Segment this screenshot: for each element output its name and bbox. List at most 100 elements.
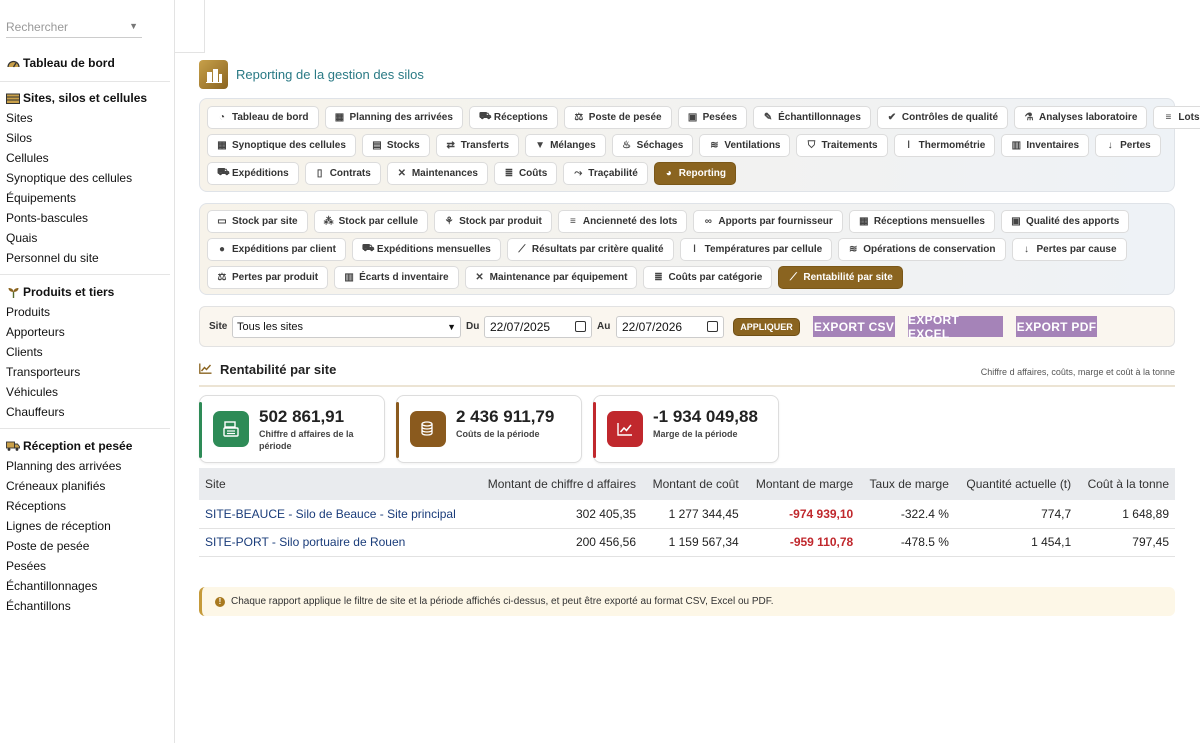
report-pertes-produit[interactable]: ⚖ Pertes par produit bbox=[207, 266, 329, 289]
nav-poste-pesee[interactable]: ⚖ Poste de pesée bbox=[563, 106, 672, 129]
sidebar-item-cellules[interactable]: Cellules bbox=[0, 148, 170, 168]
nav-stocks[interactable]: ▤ Stocks bbox=[361, 134, 430, 157]
report-expeditions-mensuelles[interactable]: ⛟ Expéditions mensuelles bbox=[351, 238, 501, 261]
nav-transferts[interactable]: ⇄ Transferts bbox=[435, 134, 520, 157]
sidebar-head-sites[interactable]: Sites, silos et cellules bbox=[0, 88, 170, 108]
sidebar-head-label: Tableau de bord bbox=[23, 56, 115, 70]
column-header[interactable]: Coût à la tonne bbox=[1077, 468, 1175, 500]
nav-tracabilite[interactable]: ⤳ Traçabilité bbox=[563, 162, 648, 185]
nav-echantillonnages[interactable]: ✎ Échantillonnages bbox=[753, 106, 871, 129]
nav-pertes[interactable]: ↓ Pertes bbox=[1095, 134, 1161, 157]
apply-button[interactable]: APPLIQUER bbox=[733, 318, 800, 336]
nav-tableau-de-bord[interactable]: ◔ Tableau de bord bbox=[207, 106, 319, 129]
calendar-icon[interactable] bbox=[707, 321, 718, 332]
sidebar-head-reception[interactable]: Réception et pesée bbox=[0, 436, 170, 456]
sidebar-item-echantillonnages[interactable]: Échantillonnages bbox=[0, 576, 170, 596]
sidebar-item-synoptique[interactable]: Synoptique des cellules bbox=[0, 168, 170, 188]
sidebar-item-pesees[interactable]: Pesées bbox=[0, 556, 170, 576]
column-header[interactable]: Site bbox=[199, 468, 475, 500]
report-stock-par-cellule[interactable]: ⁂ Stock par cellule bbox=[313, 210, 429, 233]
nav-traitements[interactable]: ⛉ Traitements bbox=[796, 134, 888, 157]
report-receptions-mensuelles[interactable]: ▦ Réceptions mensuelles bbox=[848, 210, 995, 233]
report-stock-par-site[interactable]: ▭ Stock par site bbox=[207, 210, 308, 233]
report-pertes-cause[interactable]: ↓ Pertes par cause bbox=[1011, 238, 1127, 261]
table-cell: 1 277 344,45 bbox=[642, 500, 745, 529]
sidebar-item-produits[interactable]: Produits bbox=[0, 302, 170, 322]
nav-inventaires[interactable]: ▥ Inventaires bbox=[1001, 134, 1090, 157]
column-header[interactable]: Quantité actuelle (t) bbox=[954, 468, 1078, 500]
sidebar-item-apporteurs[interactable]: Apporteurs bbox=[0, 322, 170, 342]
sidebar-item-quais[interactable]: Quais bbox=[0, 228, 170, 248]
nav-melanges[interactable]: ▼ Mélanges bbox=[525, 134, 606, 157]
to-date-input[interactable]: 22/07/2026 bbox=[616, 316, 724, 338]
profitability-table: Site Montant de chiffre d affaires Monta… bbox=[199, 468, 1175, 557]
report-apports-fournisseur[interactable]: ∞ Apports par fournisseur bbox=[693, 210, 843, 233]
chart-line-icon: ⟋ bbox=[789, 272, 797, 283]
sidebar-item-chauffeurs[interactable]: Chauffeurs bbox=[0, 402, 170, 422]
sidebar-item-personnel[interactable]: Personnel du site bbox=[0, 248, 170, 268]
column-header[interactable]: Taux de marge bbox=[859, 468, 955, 500]
report-rentabilite-site[interactable]: ⟋ Rentabilité par site bbox=[778, 266, 903, 289]
site-select[interactable]: Tous les sites ▼ bbox=[232, 316, 461, 338]
sidebar-item-silos[interactable]: Silos bbox=[0, 128, 170, 148]
layers-icon: ≡ bbox=[569, 216, 576, 227]
boxes-icon: ▤ bbox=[372, 140, 382, 151]
nav-sechages[interactable]: ♨ Séchages bbox=[611, 134, 694, 157]
column-header[interactable]: Montant de coût bbox=[642, 468, 745, 500]
column-header[interactable]: Montant de marge bbox=[744, 468, 860, 500]
sidebar-item-equipements[interactable]: Équipements bbox=[0, 188, 170, 208]
report-couts-categorie[interactable]: ≣ Coûts par catégorie bbox=[643, 266, 773, 289]
sidebar-item-clients[interactable]: Clients bbox=[0, 342, 170, 362]
nav-ventilations[interactable]: ≋ Ventilations bbox=[699, 134, 791, 157]
nav-pesees[interactable]: ▣ Pesées bbox=[677, 106, 748, 129]
sidebar-head-dashboard[interactable]: Tableau de bord bbox=[0, 53, 170, 73]
report-anciennete-lots[interactable]: ≡ Ancienneté des lots bbox=[557, 210, 688, 233]
sidebar-item-planning[interactable]: Planning des arrivées bbox=[0, 456, 170, 476]
sidebar-item-echantillons[interactable]: Échantillons bbox=[0, 596, 170, 616]
site-select-value: Tous les sites bbox=[237, 321, 304, 333]
sidebar-item-poste-pesee[interactable]: Poste de pesée bbox=[0, 536, 170, 556]
sidebar-head-produits[interactable]: Produits et tiers bbox=[0, 282, 170, 302]
nav-couts[interactable]: ≣ Coûts bbox=[493, 162, 558, 185]
arrow-down-icon: ↓ bbox=[1107, 140, 1113, 151]
calendar-icon[interactable] bbox=[575, 321, 586, 332]
sidebar-item-vehicules[interactable]: Véhicules bbox=[0, 382, 170, 402]
sidebar-item-creneaux[interactable]: Créneaux planifiés bbox=[0, 476, 170, 496]
nav-planning-arrivees[interactable]: ▦ Planning des arrivées bbox=[324, 106, 463, 129]
report-temperatures-cellule[interactable]: ǀ Températures par cellule bbox=[679, 238, 833, 261]
arrow-down-icon: ↓ bbox=[1024, 244, 1029, 255]
nav-thermometrie[interactable]: ǀ Thermométrie bbox=[893, 134, 996, 157]
report-operations-conservation[interactable]: ≋ Opérations de conservation bbox=[838, 238, 1006, 261]
sidebar-item-lignes-reception[interactable]: Lignes de réception bbox=[0, 516, 170, 536]
site-link[interactable]: SITE-PORT - Silo portuaire de Rouen bbox=[199, 528, 475, 557]
export-excel-button[interactable]: EXPORT EXCEL bbox=[908, 313, 1003, 341]
weight-icon: ▣ bbox=[687, 112, 698, 123]
column-header[interactable]: Montant de chiffre d affaires bbox=[474, 468, 643, 500]
nav-receptions[interactable]: ⛟ Réceptions bbox=[468, 106, 558, 129]
from-date-input[interactable]: 22/07/2025 bbox=[484, 316, 592, 338]
search-input[interactable]: Rechercher ▼ bbox=[6, 14, 142, 38]
sidebar-item-receptions[interactable]: Réceptions bbox=[0, 496, 170, 516]
sidebar-item-sites[interactable]: Sites bbox=[0, 108, 170, 128]
report-stock-par-produit[interactable]: ⚘ Stock par produit bbox=[434, 210, 552, 233]
report-maintenance-equipement[interactable]: ✕ Maintenance par équipement bbox=[464, 266, 638, 289]
nav-expeditions[interactable]: ⛟ Expéditions bbox=[207, 162, 299, 185]
nav-maintenances[interactable]: ✕ Maintenances bbox=[386, 162, 488, 185]
nav-synoptique[interactable]: ▦ Synoptique des cellules bbox=[207, 134, 356, 157]
report-qualite-apports[interactable]: ▣ Qualité des apports bbox=[1000, 210, 1130, 233]
site-link[interactable]: SITE-BEAUCE - Silo de Beauce - Site prin… bbox=[199, 500, 475, 529]
nav-contrats[interactable]: ▯ Contrats bbox=[304, 162, 381, 185]
nav-reporting[interactable]: ◕ Reporting bbox=[653, 162, 736, 185]
nav-analyses-laboratoire[interactable]: ⚗ Analyses laboratoire bbox=[1014, 106, 1148, 129]
export-pdf-button[interactable]: EXPORT PDF bbox=[1016, 316, 1097, 337]
report-expeditions-client[interactable]: ● Expéditions par client bbox=[207, 238, 346, 261]
sidebar-item-transporteurs[interactable]: Transporteurs bbox=[0, 362, 170, 382]
nav-lots[interactable]: ≡ Lots bbox=[1153, 106, 1200, 129]
silo-icon bbox=[6, 92, 20, 104]
report-ecarts-inventaire[interactable]: ▥ Écarts d inventaire bbox=[334, 266, 459, 289]
nav-controles-qualite[interactable]: ✔ Contrôles de qualité bbox=[876, 106, 1009, 129]
chevron-down-icon[interactable]: ▼ bbox=[129, 21, 138, 31]
sidebar-item-ponts-bascules[interactable]: Ponts-bascules bbox=[0, 208, 170, 228]
report-resultats-qualite[interactable]: ⟋ Résultats par critère qualité bbox=[506, 238, 674, 261]
export-csv-button[interactable]: EXPORT CSV bbox=[813, 316, 895, 337]
